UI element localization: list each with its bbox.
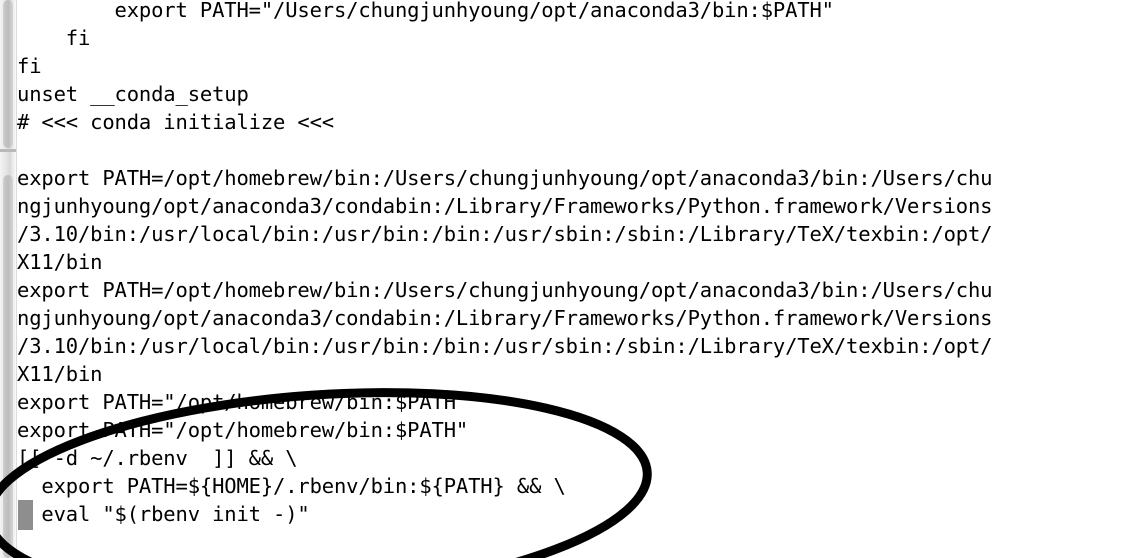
- code-line: export PATH="/opt/homebrew/bin:$PATH": [17, 418, 469, 442]
- code-text-area[interactable]: export PATH="/Users/chungjunhyoung/opt/a…: [17, 0, 1146, 558]
- code-line: /3.10/bin:/usr/local/bin:/usr/bin:/bin:/…: [17, 222, 993, 246]
- code-line: export PATH=${HOME}/.rbenv/bin:${PATH} &…: [17, 474, 566, 498]
- code-line: # <<< conda initialize <<<: [17, 110, 334, 134]
- code-line: ngjunhyoung/opt/anaconda3/condabin:/Libr…: [17, 194, 993, 218]
- code-line: export PATH="/opt/homebrew/bin:$PATH": [17, 390, 469, 414]
- code-line: fi: [17, 54, 42, 78]
- code-line: export PATH=/opt/homebrew/bin:/Users/chu…: [17, 166, 993, 190]
- code-line: [[ -d ~/.rbenv ]] && \: [17, 446, 298, 470]
- code-line: eval "$(rbenv init -)": [17, 502, 310, 526]
- scrollbar-divider-tick: [0, 149, 16, 152]
- code-line: X11/bin: [17, 362, 103, 386]
- code-line: unset __conda_setup: [17, 82, 249, 106]
- scrollbar-thumb-upper[interactable]: [3, 0, 13, 148]
- code-line: fi: [17, 26, 91, 50]
- code-line: ngjunhyoung/opt/anaconda3/condabin:/Libr…: [17, 306, 993, 330]
- scrollbar-thumb-lower[interactable]: [3, 175, 13, 558]
- block-cursor: [18, 500, 33, 530]
- editor-window: export PATH="/Users/chungjunhyoung/opt/a…: [0, 0, 1146, 558]
- code-line: export PATH="/Users/chungjunhyoung/opt/a…: [17, 0, 834, 22]
- code-line: /3.10/bin:/usr/local/bin:/usr/bin:/bin:/…: [17, 334, 993, 358]
- code-line: X11/bin: [17, 250, 103, 274]
- code-line: export PATH=/opt/homebrew/bin:/Users/chu…: [17, 278, 993, 302]
